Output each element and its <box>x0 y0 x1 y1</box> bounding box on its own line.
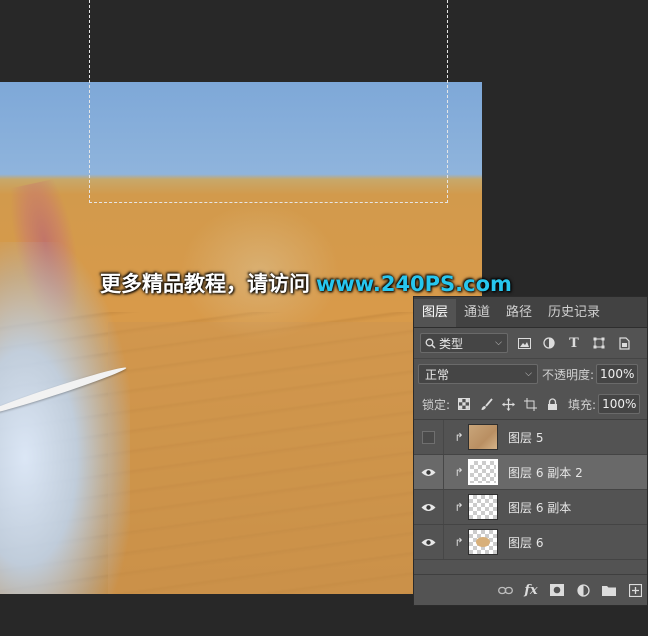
layer-list: ↱ 图层 5 ↱ 图层 6 副本 2 ↱ 图层 6 副本 ↱ 图层 6 <box>414 420 647 560</box>
clipping-arrow-icon: ↱ <box>454 535 464 549</box>
search-icon <box>425 338 436 349</box>
clipping-arrow-icon: ↱ <box>454 465 464 479</box>
link-layers-icon[interactable] <box>497 582 513 598</box>
shape-filter-icon[interactable] <box>590 334 608 352</box>
clipping-arrow-icon: ↱ <box>454 430 464 444</box>
brush-icon[interactable] <box>478 396 494 412</box>
fill-label: 填充: <box>568 397 597 412</box>
panel-tabs: 图层 通道 路径 历史记录 <box>414 297 647 328</box>
layer-thumbnail <box>468 494 498 520</box>
layer-row[interactable]: ↱ 图层 5 <box>414 420 647 455</box>
layer-thumbnail <box>468 424 498 450</box>
layer-name[interactable]: 图层 6 副本 <box>508 499 571 516</box>
layer-name[interactable]: 图层 6 <box>508 534 543 551</box>
tab-history[interactable]: 历史记录 <box>540 299 608 327</box>
filter-row: 类型 ⌵ T <box>414 328 647 359</box>
type-filter-icon[interactable]: T <box>565 334 583 352</box>
smart-object-filter-icon[interactable] <box>615 334 633 352</box>
layer-row[interactable]: ↱ 图层 6 副本 2 <box>414 455 647 490</box>
document-canvas[interactable] <box>0 82 482 594</box>
tab-channels[interactable]: 通道 <box>456 299 498 327</box>
fill-input[interactable]: 100% <box>598 394 641 414</box>
layer-row[interactable]: ↱ 图层 6 副本 <box>414 490 647 525</box>
chevron-down-icon: ⌵ <box>525 369 532 379</box>
blend-row: 正常 ⌵ 不透明度: 100% <box>414 359 647 389</box>
thumbnail-content <box>476 537 490 547</box>
watermark-text: 更多精品教程，请访问 www.240PS.com <box>100 268 512 298</box>
lock-row: 锁定: 填充: 100% <box>414 389 647 420</box>
blend-mode-select[interactable]: 正常 ⌵ <box>418 364 538 384</box>
fx-icon[interactable]: fx <box>523 582 539 598</box>
filter-kind-label: 类型 <box>439 336 464 351</box>
layer-thumbnail <box>468 529 498 555</box>
chevron-down-icon: ⌵ <box>495 338 502 348</box>
layer-row[interactable]: ↱ 图层 6 <box>414 525 647 560</box>
move-icon[interactable] <box>500 396 516 412</box>
watermark-cn: 更多精品教程，请访问 <box>100 272 310 296</box>
tab-layers[interactable]: 图层 <box>414 299 457 327</box>
adjustment-layer-icon[interactable] <box>575 582 591 598</box>
opacity-label: 不透明度: <box>542 367 595 382</box>
new-group-icon[interactable] <box>601 582 617 598</box>
eye-icon <box>421 538 436 546</box>
layers-panel: 图层 通道 路径 历史记录 类型 ⌵ T 正常 ⌵ 不透明度: 100% 锁定:… <box>413 296 648 606</box>
visibility-off-icon <box>422 430 435 444</box>
new-layer-icon[interactable] <box>627 582 643 598</box>
adjustment-filter-icon[interactable] <box>540 334 558 352</box>
clipping-arrow-icon: ↱ <box>454 500 464 514</box>
watermark-url: www.240PS.com <box>316 272 512 296</box>
layer-thumbnail <box>468 459 498 485</box>
visibility-toggle[interactable] <box>414 455 444 489</box>
lock-transparent-pixels-icon[interactable] <box>456 396 472 412</box>
opacity-input[interactable]: 100% <box>596 364 639 384</box>
panel-footer: fx <box>414 574 647 605</box>
visibility-toggle[interactable] <box>414 490 444 524</box>
lock-all-icon[interactable] <box>544 396 560 412</box>
lock-label: 锁定: <box>422 397 451 412</box>
artboard-lock-icon[interactable] <box>522 396 538 412</box>
layer-name[interactable]: 图层 5 <box>508 429 543 446</box>
eye-icon <box>421 503 436 511</box>
visibility-toggle[interactable] <box>414 525 444 559</box>
image-filter-icon[interactable] <box>515 334 533 352</box>
visibility-toggle[interactable] <box>414 420 444 454</box>
eye-icon <box>421 468 436 476</box>
blend-mode-label: 正常 <box>425 367 450 382</box>
layer-name[interactable]: 图层 6 副本 2 <box>508 464 583 481</box>
add-mask-icon[interactable] <box>549 582 565 598</box>
filter-kind-select[interactable]: 类型 ⌵ <box>420 333 508 353</box>
tab-paths[interactable]: 路径 <box>498 299 540 327</box>
